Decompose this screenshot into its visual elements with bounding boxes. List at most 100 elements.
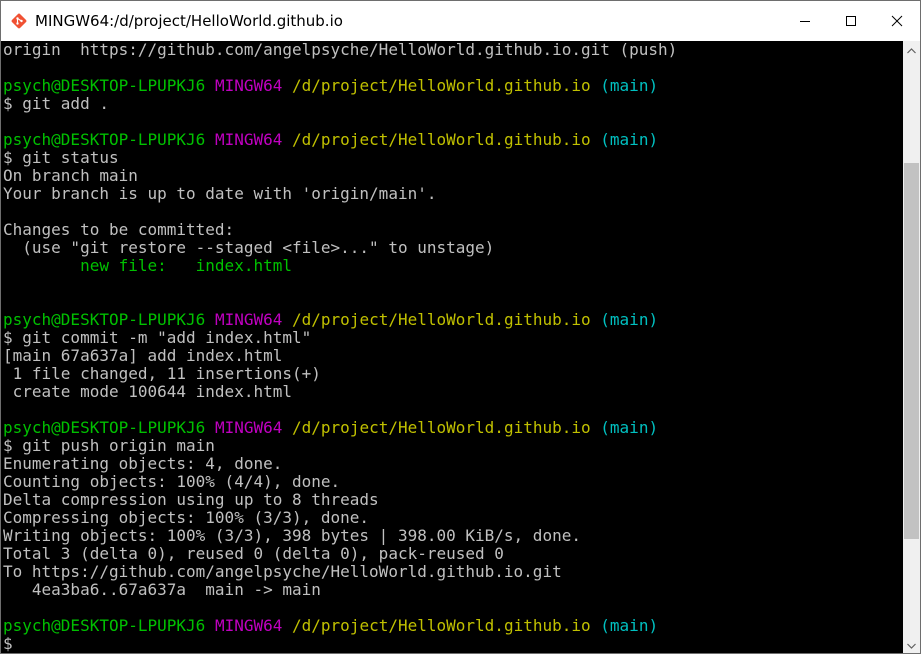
prompt-branch: (main) [600, 418, 659, 437]
prompt-msystem: MINGW64 [214, 418, 283, 437]
prompt-branch: (main) [600, 310, 659, 329]
terminal-line: On branch main [3, 167, 677, 185]
scroll-up-button[interactable] [903, 41, 920, 58]
terminal-line: origin https://github.com/angelpsyche/He… [3, 41, 677, 59]
terminal-text: $ git commit -m "add index.html" [3, 328, 312, 347]
terminal-line: create mode 100644 index.html [3, 383, 677, 401]
terminal-text: 1 file changed, 11 insertions(+) [3, 364, 321, 383]
terminal-text: Compressing objects: 100% (3/3), done. [3, 508, 370, 527]
terminal-output[interactable]: origin https://github.com/angelpsyche/He… [1, 41, 903, 653]
terminal-line: $ git add . [3, 95, 677, 113]
prompt-user-host: psych@DESKTOP-LPUPKJ6 [3, 418, 206, 437]
terminal-line: psych@DESKTOP-LPUPKJ6 MINGW64 /d/project… [3, 131, 677, 149]
close-button[interactable] [874, 1, 920, 41]
prompt-path: /d/project/HelloWorld.github.io [292, 130, 591, 149]
prompt-path: /d/project/HelloWorld.github.io [292, 310, 591, 329]
terminal-line: $ git push origin main [3, 437, 677, 455]
prompt-branch: (main) [600, 616, 659, 635]
terminal-text: Your branch is up to date with 'origin/m… [3, 184, 437, 203]
prompt-path: /d/project/HelloWorld.github.io [292, 616, 591, 635]
terminal-text: To https://github.com/angelpsyche/HelloW… [3, 562, 562, 581]
terminal-line: $ git commit -m "add index.html" [3, 329, 677, 347]
terminal-line: Changes to be committed: [3, 221, 677, 239]
prompt-path: /d/project/HelloWorld.github.io [292, 76, 591, 95]
terminal-text: 4ea3ba6..67a637a main -> main [3, 580, 321, 599]
terminal-line: Compressing objects: 100% (3/3), done. [3, 509, 677, 527]
minimize-button[interactable] [782, 1, 828, 41]
title-bar[interactable]: MINGW64:/d/project/HelloWorld.github.io [1, 1, 920, 41]
prompt-msystem: MINGW64 [214, 310, 283, 329]
prompt-msystem: MINGW64 [214, 76, 283, 95]
prompt-msystem: MINGW64 [214, 130, 283, 149]
terminal-line: Your branch is up to date with 'origin/m… [3, 185, 677, 203]
terminal-line: (use "git restore --staged <file>..." to… [3, 239, 677, 257]
terminal-text: [main 67a637a] add index.html [3, 346, 283, 365]
terminal-line: psych@DESKTOP-LPUPKJ6 MINGW64 /d/project… [3, 419, 677, 437]
terminal-line: 4ea3ba6..67a637a main -> main [3, 581, 677, 599]
terminal-text: Counting objects: 100% (4/4), done. [3, 472, 341, 491]
prompt-path: /d/project/HelloWorld.github.io [292, 418, 591, 437]
vertical-scrollbar[interactable] [903, 41, 920, 653]
terminal-text: Changes to be committed: [3, 220, 235, 239]
terminal-text: Writing objects: 100% (3/3), 398 bytes |… [3, 526, 581, 545]
terminal-line: psych@DESKTOP-LPUPKJ6 MINGW64 /d/project… [3, 77, 677, 95]
terminal-text: On branch main [3, 166, 138, 185]
terminal-line: Writing objects: 100% (3/3), 398 bytes |… [3, 527, 677, 545]
window-title: MINGW64:/d/project/HelloWorld.github.io [35, 12, 343, 30]
prompt-user-host: psych@DESKTOP-LPUPKJ6 [3, 130, 206, 149]
terminal-text: $ git push origin main [3, 436, 215, 455]
terminal-text: $ git add . [3, 94, 109, 113]
terminal-line: psych@DESKTOP-LPUPKJ6 MINGW64 /d/project… [3, 617, 677, 635]
prompt-user-host: psych@DESKTOP-LPUPKJ6 [3, 616, 206, 635]
terminal-line: new file: index.html [3, 257, 677, 275]
window-controls [782, 1, 920, 41]
terminal-text: (use "git restore --staged <file>..." to… [3, 238, 495, 257]
maximize-button[interactable] [828, 1, 874, 41]
minimize-icon [799, 15, 811, 27]
terminal-line: 1 file changed, 11 insertions(+) [3, 365, 677, 383]
staged-file: new file: index.html [80, 256, 292, 275]
terminal-line: Total 3 (delta 0), reused 0 (delta 0), p… [3, 545, 677, 563]
terminal-text: Delta compression using up to 8 threads [3, 490, 379, 509]
chevron-down-icon [907, 636, 916, 654]
terminal-window: MINGW64:/d/project/HelloWorld.github.io … [0, 0, 921, 654]
close-icon [891, 15, 903, 27]
terminal-line: Enumerating objects: 4, done. [3, 455, 677, 473]
terminal-line: Delta compression using up to 8 threads [3, 491, 677, 509]
maximize-icon [845, 15, 857, 27]
scroll-down-button[interactable] [903, 636, 920, 653]
prompt-msystem: MINGW64 [214, 616, 283, 635]
terminal-text: Enumerating objects: 4, done. [3, 454, 283, 473]
terminal-text: origin https://github.com/angelpsyche/He… [3, 41, 678, 59]
prompt-branch: (main) [600, 130, 659, 149]
scrollbar-thumb[interactable] [904, 163, 919, 539]
terminal-line: To https://github.com/angelpsyche/HelloW… [3, 563, 677, 581]
terminal-line: $ [3, 635, 677, 653]
terminal-line: Counting objects: 100% (4/4), done. [3, 473, 677, 491]
prompt-user-host: psych@DESKTOP-LPUPKJ6 [3, 76, 206, 95]
terminal-line: $ git status [3, 149, 677, 167]
terminal-lines: origin https://github.com/angelpsyche/He… [3, 41, 677, 653]
terminal-line: psych@DESKTOP-LPUPKJ6 MINGW64 /d/project… [3, 311, 677, 329]
